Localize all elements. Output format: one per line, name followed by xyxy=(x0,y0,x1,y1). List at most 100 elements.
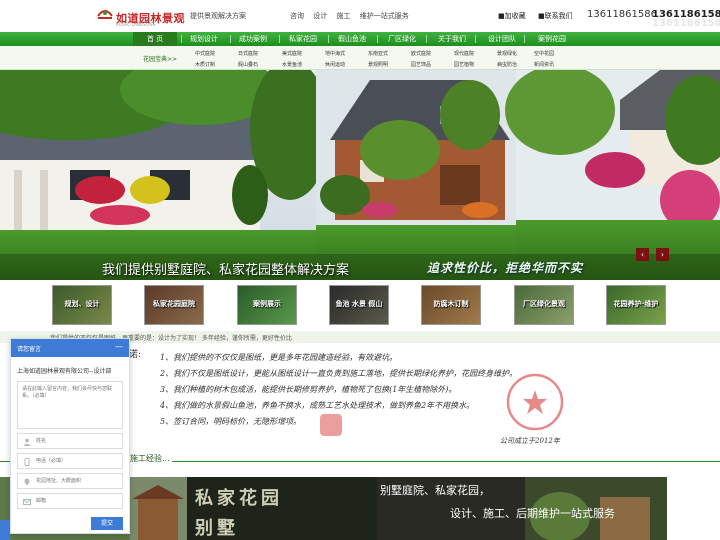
section-title[interactable]: 施工经验... xyxy=(128,453,172,464)
banner-prev-button[interactable]: ‹ xyxy=(636,248,649,261)
tile-label: 厂区绿化景观 xyxy=(523,300,565,308)
logo-subtext: RUDAO LANDSCAPE xyxy=(116,22,156,27)
nav-design-team[interactable]: 设计团队 xyxy=(480,32,524,46)
sub-item-rooftop-garden[interactable]: 空中花园 xyxy=(534,50,554,57)
logo[interactable]: 如道园林景观 RUDAO LANDSCAPE xyxy=(96,4,185,27)
sub-item-japanese[interactable]: 日式庭院 xyxy=(238,50,258,57)
email-input[interactable] xyxy=(36,495,120,507)
tile-case-showcase[interactable]: 案例展示 xyxy=(237,285,297,325)
sub-item-mediterranean[interactable]: 地中海式 xyxy=(325,50,345,57)
location-icon xyxy=(24,478,30,486)
header: 如道园林景观 RUDAO LANDSCAPE 提供景观解决方案 咨询 设计 施工… xyxy=(0,0,720,32)
sub-item-landscape-greening[interactable]: 景观绿化 xyxy=(497,50,517,57)
contact-us-link[interactable]: ■联系我们 xyxy=(538,11,573,21)
company-seal-icon xyxy=(506,373,564,431)
showcase-title-2: 别墅 xyxy=(195,518,239,539)
sub-nav: 花园宝典>> 中式庭院 日式庭院 美式庭院 地中海式 东南亚式 欧式庭院 现代庭… xyxy=(0,46,720,70)
promise-item: 4、我们做的水景假山鱼池，养鱼不换水，成熟工艺水处理技术，做到养鱼2年不用换水。 xyxy=(160,401,475,410)
nav-divider xyxy=(328,35,329,43)
tile-private-garden[interactable]: 私家花园庭院 xyxy=(144,285,204,325)
message-textarea[interactable] xyxy=(17,381,123,429)
founded-note: 公司成立于2012年 xyxy=(500,437,560,445)
nav-divider xyxy=(279,35,280,43)
sub-item-pest-control[interactable]: 病虫防治 xyxy=(497,61,517,68)
nav-case-garden[interactable]: 案例花园 xyxy=(530,32,574,46)
tile-pond-rockery[interactable]: 鱼池 水景 假山 xyxy=(329,285,389,325)
submit-button[interactable]: 提交 xyxy=(91,517,123,530)
chat-toggle-tab[interactable] xyxy=(0,520,10,540)
message-widget-title: 请您留言 xyxy=(17,346,42,353)
sub-item-chinese[interactable]: 中式庭院 xyxy=(195,50,215,57)
sub-item-leisure-sport[interactable]: 休闲运动 xyxy=(325,61,345,68)
name-input[interactable] xyxy=(36,435,120,447)
address-input[interactable] xyxy=(36,475,120,487)
nav-divider xyxy=(426,35,427,43)
promise-item: 3、我们种植的树木包成活，能提供长期修剪养护，植物死了包换(1年生植物除外)。 xyxy=(160,385,457,394)
sub-item-lighting[interactable]: 景观照明 xyxy=(368,61,388,68)
phone-input[interactable] xyxy=(36,455,120,467)
garden-guide-label[interactable]: 花园宝典>> xyxy=(143,54,177,63)
tile-label: 私家花园庭院 xyxy=(153,300,195,308)
minimize-icon[interactable]: — xyxy=(115,342,123,351)
nav-home[interactable]: 首 页 xyxy=(133,32,177,46)
showcase-line-1: 别墅庭院、私家花园， xyxy=(380,484,490,497)
phone-number-bold: 13611861586 xyxy=(652,9,720,20)
message-widget: 请您留言 — 上海如道园林景观有限公司--设计部 请在此输入留言内容，我们会尽快… xyxy=(10,338,130,534)
header-slogan: 提供景观解决方案 xyxy=(190,12,246,20)
address-field[interactable] xyxy=(17,473,123,489)
nav-private-garden[interactable]: 私家花园 xyxy=(281,32,325,46)
service-design[interactable]: 设计 xyxy=(313,12,327,20)
nav-about-us[interactable]: 关于我们 xyxy=(430,32,474,46)
tile-label: 防腐木订制 xyxy=(433,300,469,308)
tile-label: 案例展示 xyxy=(253,300,281,308)
sub-item-wood-custom[interactable]: 木质订制 xyxy=(195,61,215,68)
nav-factory-greening[interactable]: 厂区绿化 xyxy=(380,32,424,46)
sub-item-plants[interactable]: 园艺植物 xyxy=(454,61,474,68)
nav-divider xyxy=(377,35,378,43)
banner-photo-collage xyxy=(0,70,720,280)
showcase-line-2: 设计、施工、后期维护一站式服务 xyxy=(450,507,615,520)
email-field[interactable] xyxy=(17,493,123,509)
user-icon xyxy=(23,438,31,446)
banner-slogan: 追求性价比，拒绝华而不实 xyxy=(427,261,584,275)
phone-icon xyxy=(24,458,30,466)
banner-next-button[interactable]: › xyxy=(656,248,669,261)
phone-field[interactable] xyxy=(17,453,123,469)
message-widget-header[interactable]: 请您留言 — xyxy=(11,339,129,357)
banner-caption: 我们提供别墅庭院、私家花园整体解决方案 xyxy=(102,263,350,278)
category-tiles: 规划、设计 私家花园庭院 案例展示 鱼池 水景 假山 防腐木订制 厂区绿化景观 … xyxy=(0,280,720,330)
sub-item-american[interactable]: 美式庭院 xyxy=(282,50,302,57)
name-field[interactable] xyxy=(17,433,123,449)
tile-label: 规划、设计 xyxy=(64,300,100,308)
nav-planning-design[interactable]: 规划设计 xyxy=(182,32,226,46)
hero-banner[interactable]: 我们提供别墅庭院、私家花园整体解决方案 追求性价比，拒绝华而不实 xyxy=(0,70,720,280)
nav-success-cases[interactable]: 成功案例 xyxy=(231,32,275,46)
promise-item: 2、我们不仅是图纸设计，更能从图纸设计一直负责到施工落地，提供长期绿化养护，花园… xyxy=(160,369,518,378)
page: 如道园林景观 RUDAO LANDSCAPE 提供景观解决方案 咨询 设计 施工… xyxy=(0,0,720,540)
showcase-title: 私家花园 xyxy=(195,488,283,509)
tile-label: 花园养护·维护 xyxy=(613,300,659,308)
tile-garden-maintenance[interactable]: 花园养护·维护 xyxy=(606,285,666,325)
service-consult[interactable]: 咨询 xyxy=(290,12,304,20)
nav-divider xyxy=(524,35,525,43)
tile-factory-greening[interactable]: 厂区绿化景观 xyxy=(514,285,574,325)
main-nav: 首 页 规划设计 成功案例 私家花园 假山鱼池 厂区绿化 关于我们 设计团队 案… xyxy=(0,32,720,46)
sub-item-european[interactable]: 欧式庭院 xyxy=(411,50,431,57)
logo-icon xyxy=(97,10,113,19)
service-maintain[interactable]: 维护一站式服务 xyxy=(360,12,409,20)
sub-item-fish-pond[interactable]: 水景鱼池 xyxy=(282,61,302,68)
nav-rockery-pond[interactable]: 假山鱼池 xyxy=(330,32,374,46)
sub-item-news[interactable]: 新闻资讯 xyxy=(534,61,554,68)
phone-number: 13611861586 xyxy=(587,9,657,20)
sub-item-southeast-asian[interactable]: 东南亚式 xyxy=(368,50,388,57)
header-services: 咨询 设计 施工 维护一站式服务 xyxy=(290,11,416,21)
service-build[interactable]: 施工 xyxy=(336,12,350,20)
tile-planning-design[interactable]: 规划、设计 xyxy=(52,285,112,325)
sub-item-modern[interactable]: 现代庭院 xyxy=(454,50,474,57)
add-favorite-link[interactable]: ■加收藏 xyxy=(498,11,526,21)
tile-label: 鱼池 水景 假山 xyxy=(335,300,383,308)
nav-divider xyxy=(475,35,476,43)
sub-item-decor[interactable]: 园艺饰品 xyxy=(411,61,431,68)
tile-wood-custom[interactable]: 防腐木订制 xyxy=(421,285,481,325)
sub-item-rockery[interactable]: 假山叠石 xyxy=(238,61,258,68)
